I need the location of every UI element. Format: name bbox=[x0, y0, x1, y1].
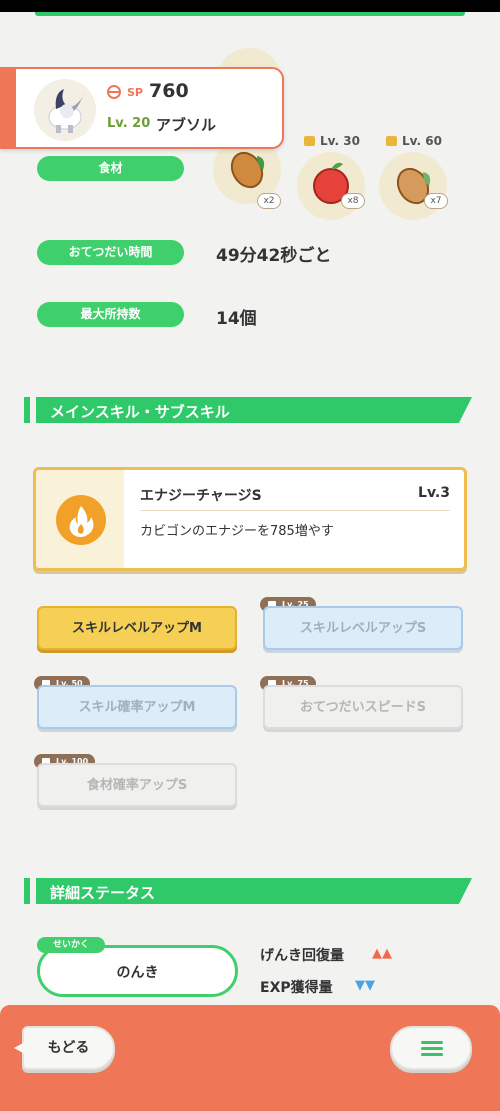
ingredients-label: 食材 bbox=[37, 156, 184, 181]
main-skill-name: エナジーチャージS bbox=[140, 488, 262, 504]
sp-label: SP bbox=[127, 86, 143, 99]
card-accent-edge bbox=[0, 67, 16, 149]
nature-down-label: EXP獲得量 bbox=[260, 980, 333, 996]
nature-tag: せいかく bbox=[37, 937, 105, 953]
back-button[interactable]: もどる bbox=[22, 1026, 115, 1070]
screen: SP 760 Lv. 20 アブソル 食材 x2 Lv. 30 x8 Lv. 6… bbox=[0, 12, 500, 1111]
pokemon-level: Lv. 20 bbox=[107, 116, 151, 131]
up-arrows-icon: ▲▲ bbox=[372, 946, 392, 961]
divider bbox=[140, 510, 450, 511]
lock-icon bbox=[386, 136, 397, 146]
ingredient-slot-2[interactable] bbox=[297, 152, 365, 220]
max-carry-value: 14個 bbox=[216, 309, 257, 329]
section-title: メインスキル・サブスキル bbox=[50, 403, 230, 421]
section-title: 詳細ステータス bbox=[50, 884, 156, 902]
back-button-label: もどる bbox=[47, 1040, 90, 1056]
ingredient-count-1: x2 bbox=[257, 193, 281, 209]
ingredient-unlock-3: Lv. 60 bbox=[386, 134, 442, 148]
help-time-label: おてつだい時間 bbox=[37, 240, 184, 265]
ingredient-slot-3[interactable] bbox=[379, 152, 447, 220]
main-skill-level: Lv.3 bbox=[418, 485, 450, 501]
pokemon-avatar bbox=[34, 79, 96, 141]
subskill-button-5[interactable]: 食材確率アップS bbox=[37, 763, 237, 807]
section-header-status: 詳細ステータス bbox=[24, 878, 472, 904]
pokemon-header-card: SP 760 Lv. 20 アブソル bbox=[0, 67, 284, 149]
apple-icon bbox=[313, 162, 349, 204]
section-divider bbox=[35, 12, 465, 16]
down-arrows-icon: ▼▼ bbox=[355, 978, 375, 993]
ingredient-count-2: x8 bbox=[341, 193, 365, 209]
subskill-button-1[interactable]: スキルレベルアップM bbox=[37, 606, 237, 650]
nature-value: のんき bbox=[116, 965, 159, 981]
ingredient-count-3: x7 bbox=[424, 193, 448, 209]
ingredient-unlock-2: Lv. 30 bbox=[304, 134, 360, 148]
sp-value: 760 bbox=[149, 80, 189, 102]
max-carry-label: 最大所持数 bbox=[37, 302, 184, 327]
flame-icon bbox=[56, 495, 106, 545]
help-time-value: 49分42秒ごと bbox=[216, 246, 332, 266]
cacao-icon bbox=[396, 167, 431, 205]
absol-sprite-icon bbox=[48, 89, 84, 133]
nature-up-label: げんき回復量 bbox=[260, 948, 344, 964]
menu-button[interactable] bbox=[390, 1026, 472, 1070]
subskill-button-4[interactable]: おてつだいスピードS bbox=[263, 685, 463, 729]
subskill-button-3[interactable]: スキル確率アップM bbox=[37, 685, 237, 729]
pokeball-icon bbox=[107, 85, 121, 99]
main-skill-card[interactable]: エナジーチャージS Lv.3 カビゴンのエナジーを785増やす bbox=[33, 467, 467, 571]
subskill-button-2[interactable]: スキルレベルアップS bbox=[263, 606, 463, 650]
pokemon-name: アブソル bbox=[156, 116, 217, 134]
lock-icon bbox=[304, 136, 315, 146]
section-header-skills: メインスキル・サブスキル bbox=[24, 397, 472, 423]
main-skill-description: カビゴンのエナジーを785増やす bbox=[140, 524, 334, 539]
